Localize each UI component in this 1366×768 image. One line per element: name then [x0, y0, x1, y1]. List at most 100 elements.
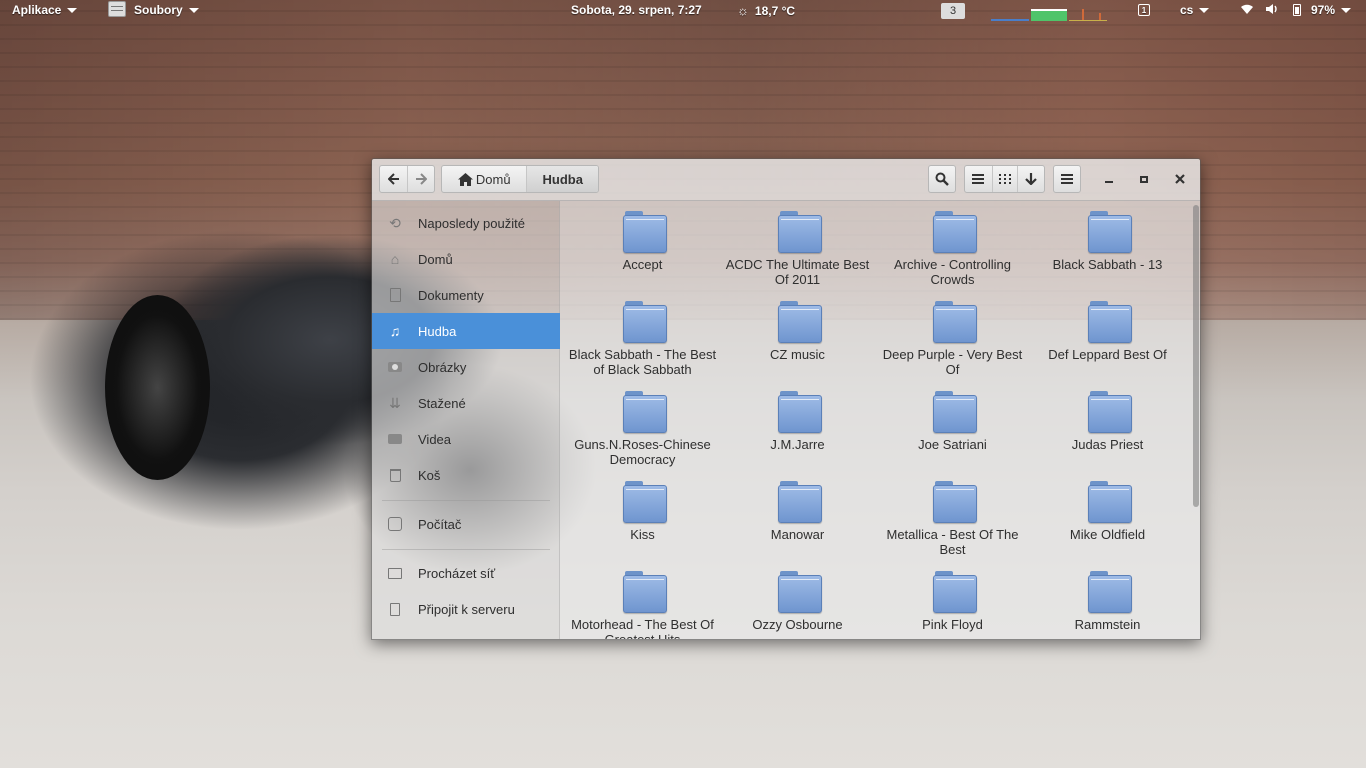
- document-icon: [387, 287, 403, 303]
- sidebar-item-recent[interactable]: ⟲ Naposledy použité: [372, 205, 560, 241]
- home-icon: [457, 172, 473, 186]
- folder-item[interactable]: Black Sabbath - 13: [1030, 201, 1185, 289]
- language-label: cs: [1180, 3, 1194, 17]
- folder-icon: [778, 211, 822, 253]
- applications-menu[interactable]: Aplikace: [12, 3, 78, 17]
- notification-icon[interactable]: 1: [1138, 4, 1150, 16]
- chevron-down-icon: [1199, 7, 1210, 13]
- sidebar-item-downloads[interactable]: ⇊ Stažené: [372, 385, 560, 421]
- folder-icon: [1088, 391, 1132, 433]
- folder-icon: [778, 481, 822, 523]
- battery-icon[interactable]: [1293, 4, 1301, 16]
- folder-item[interactable]: Kiss: [565, 471, 720, 559]
- sort-options-button[interactable]: [1017, 166, 1044, 192]
- folder-item[interactable]: CZ music: [720, 291, 875, 379]
- breadcrumb-home[interactable]: Domů: [442, 166, 526, 192]
- arrow-right-icon: [416, 173, 428, 185]
- minimize-button[interactable]: [1101, 171, 1117, 187]
- breadcrumb: Domů Hudba: [441, 165, 599, 193]
- folder-item[interactable]: Mike Oldfield: [1030, 471, 1185, 559]
- folder-item[interactable]: J.M.Jarre: [720, 381, 875, 469]
- sidebar-item-computer[interactable]: Počítač: [372, 506, 560, 542]
- network-icon: [387, 565, 403, 581]
- sidebar-item-documents[interactable]: Dokumenty: [372, 277, 560, 313]
- back-button[interactable]: [380, 166, 407, 192]
- folder-icon: [933, 571, 977, 613]
- folder-icon: [623, 391, 667, 433]
- chevron-down-icon: [1341, 7, 1352, 13]
- volume-icon[interactable]: [1265, 3, 1279, 15]
- folder-name: Motorhead - The Best Of Greatest Hits: [571, 617, 714, 640]
- computer-icon: [387, 516, 403, 532]
- folder-item[interactable]: Deep Purple - Very Best Of: [875, 291, 1030, 379]
- folder-icon: [623, 211, 667, 253]
- music-icon: ♫: [389, 323, 401, 339]
- grid-icon: [998, 174, 1011, 184]
- search-button[interactable]: [928, 165, 956, 193]
- list-view-button[interactable]: [965, 166, 992, 192]
- weather[interactable]: ☼ 18,7 °C: [737, 3, 795, 18]
- folder-name: Mike Oldfield: [1069, 527, 1146, 542]
- header-bar: Domů Hudba: [372, 159, 1200, 201]
- keyboard-layout[interactable]: cs: [1180, 3, 1210, 17]
- sidebar-item-label: Domů: [418, 251, 453, 267]
- folder-icon: [933, 391, 977, 433]
- folder-item[interactable]: Accept: [565, 201, 720, 289]
- folder-item[interactable]: Pink Floyd: [875, 561, 1030, 639]
- battery-status[interactable]: 97%: [1311, 3, 1352, 17]
- search-icon: [935, 172, 949, 186]
- folder-name: Manowar: [770, 527, 825, 542]
- folder-item[interactable]: Joe Satriani: [875, 381, 1030, 469]
- folder-item[interactable]: Guns.N.Roses-Chinese Democracy: [565, 381, 720, 469]
- folder-name: Black Sabbath - 13: [1052, 257, 1163, 272]
- files-app-menu[interactable]: Soubory: [108, 1, 199, 17]
- trash-icon: [387, 467, 403, 483]
- close-button[interactable]: [1172, 171, 1188, 187]
- workspace-indicator[interactable]: 3: [941, 3, 965, 19]
- folder-name: Deep Purple - Very Best Of: [882, 347, 1023, 377]
- folder-item[interactable]: ACDC The Ultimate Best Of 2011: [720, 201, 875, 289]
- maximize-button[interactable]: [1136, 171, 1152, 187]
- folder-name: Metallica - Best Of The Best: [886, 527, 1019, 557]
- sidebar-item-label: Videa: [418, 431, 452, 447]
- folder-name: ACDC The Ultimate Best Of 2011: [725, 257, 870, 287]
- folder-icon: [778, 571, 822, 613]
- clock[interactable]: Sobota, 29. srpen, 7:27: [571, 3, 702, 17]
- vertical-scrollbar[interactable]: [1193, 205, 1199, 507]
- sidebar-item-label: Připojit k serveru: [418, 601, 515, 617]
- folder-item[interactable]: Motorhead - The Best Of Greatest Hits: [565, 561, 720, 640]
- folder-item[interactable]: Manowar: [720, 471, 875, 559]
- applications-label: Aplikace: [12, 3, 62, 17]
- sidebar-item-trash[interactable]: Koš: [372, 457, 560, 493]
- folder-name: Archive - Controlling Crowds: [893, 257, 1012, 287]
- folder-item[interactable]: Judas Priest: [1030, 381, 1185, 469]
- file-cabinet-icon: [108, 1, 126, 17]
- grid-view-button[interactable]: [991, 166, 1018, 192]
- top-panel: Aplikace Soubory Sobota, 29. srpen, 7:27…: [0, 0, 1366, 22]
- sidebar-item-pictures[interactable]: Obrázky: [372, 349, 560, 385]
- folder-icon: [778, 391, 822, 433]
- folder-item[interactable]: Black Sabbath - The Best of Black Sabbat…: [565, 291, 720, 379]
- sidebar-separator: [382, 500, 550, 501]
- folder-icon: [1088, 571, 1132, 613]
- folder-item[interactable]: Rammstein: [1030, 561, 1185, 639]
- forward-button[interactable]: [407, 166, 434, 192]
- recent-icon: ⟲: [389, 214, 401, 231]
- breadcrumb-current[interactable]: Hudba: [526, 166, 598, 192]
- folder-item[interactable]: Archive - Controlling Crowds: [875, 201, 1030, 289]
- folder-icon: [778, 301, 822, 343]
- menu-button[interactable]: [1053, 165, 1081, 193]
- files-label: Soubory: [134, 3, 183, 17]
- wifi-icon[interactable]: [1240, 3, 1254, 15]
- sidebar-item-label: Procházet síť: [418, 565, 496, 581]
- sidebar-item-network[interactable]: Procházet síť: [372, 555, 560, 591]
- folder-name: Pink Floyd: [922, 617, 983, 632]
- sidebar-item-music[interactable]: ♫ Hudba: [372, 313, 560, 349]
- folder-item[interactable]: Def Leppard Best Of: [1030, 291, 1185, 379]
- places-sidebar: ⟲ Naposledy použité ⌂ Domů Dokumenty ♫ H…: [372, 201, 560, 639]
- sidebar-item-connect-server[interactable]: Připojit k serveru: [372, 591, 560, 627]
- folder-item[interactable]: Metallica - Best Of The Best: [875, 471, 1030, 559]
- sidebar-item-home[interactable]: ⌂ Domů: [372, 241, 560, 277]
- sidebar-item-videos[interactable]: Videa: [372, 421, 560, 457]
- folder-item[interactable]: Ozzy Osbourne: [720, 561, 875, 639]
